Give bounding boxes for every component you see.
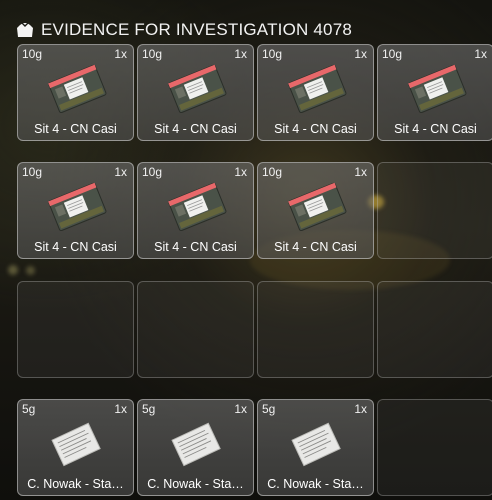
item-quantity: 1x (354, 47, 367, 61)
inventory-slot[interactable]: 5g 1x C. Nowak - Sta… (257, 399, 374, 496)
item-label: C. Nowak - Sta… (27, 477, 124, 491)
evidence-bag-icon (284, 63, 350, 114)
item-label: Sit 4 - CN Casi (274, 122, 357, 136)
evidence-bag-icon (44, 63, 110, 114)
item-label: Sit 4 - CN Casi (154, 240, 237, 254)
inventory-slot[interactable]: 10g 1x Sit 4 - CN Casi (257, 44, 374, 141)
item-label: Sit 4 - CN Casi (34, 122, 117, 136)
item-weight: 10g (22, 47, 43, 61)
item-quantity: 1x (234, 165, 247, 179)
item-label: Sit 4 - CN Casi (154, 122, 237, 136)
evidence-bag-icon (404, 63, 470, 114)
item-weight: 10g (262, 47, 283, 61)
inventory-slot-empty[interactable] (377, 281, 492, 378)
statement-paper-icon (284, 418, 350, 468)
item-label: Sit 4 - CN Casi (34, 240, 117, 254)
evidence-bag-icon (164, 181, 230, 232)
item-weight: 10g (142, 47, 163, 61)
item-weight: 10g (142, 165, 163, 179)
statement-paper-icon (164, 418, 230, 468)
inventory-slot-empty[interactable] (17, 281, 134, 378)
inventory-slot[interactable]: 10g 1x Sit 4 - CN Casi (17, 44, 134, 141)
item-label: C. Nowak - Sta… (267, 477, 364, 491)
item-quantity: 1x (234, 402, 247, 416)
inventory-slot[interactable]: 5g 1x C. Nowak - Sta… (17, 399, 134, 496)
evidence-bag-icon (284, 181, 350, 232)
item-quantity: 1x (114, 402, 127, 416)
inventory-slot[interactable]: 10g 1x Sit 4 - CN Casi (17, 162, 134, 259)
inventory-grid: 10g 1x Sit 4 - CN Casi 10g 1x Sit 4 - CN Ca… (0, 0, 492, 500)
item-weight: 10g (22, 165, 43, 179)
item-quantity: 1x (234, 47, 247, 61)
item-weight: 10g (262, 165, 283, 179)
item-quantity: 1x (114, 47, 127, 61)
inventory-slot-empty[interactable] (257, 281, 374, 378)
inventory-slot-empty[interactable] (137, 281, 254, 378)
inventory-slot[interactable]: 10g 1x Sit 4 - CN Casi (137, 44, 254, 141)
item-weight: 10g (382, 47, 403, 61)
inventory-slot[interactable]: 10g 1x Sit 4 - CN Casi (257, 162, 374, 259)
inventory-slot[interactable]: 10g 1x Sit 4 - CN Casi (377, 44, 492, 141)
evidence-bag-icon (44, 181, 110, 232)
item-quantity: 1x (354, 402, 367, 416)
inventory-slot[interactable]: 5g 1x C. Nowak - Sta… (137, 399, 254, 496)
item-label: C. Nowak - Sta… (147, 477, 244, 491)
item-label: Sit 4 - CN Casi (274, 240, 357, 254)
statement-paper-icon (44, 418, 110, 468)
inventory-slot-empty[interactable] (377, 399, 492, 496)
evidence-bag-icon (164, 63, 230, 114)
item-quantity: 1x (114, 165, 127, 179)
inventory-slot-empty[interactable] (377, 162, 492, 259)
item-label: Sit 4 - CN Casi (394, 122, 477, 136)
item-weight: 5g (262, 402, 276, 416)
item-weight: 5g (22, 402, 36, 416)
inventory-slot[interactable]: 10g 1x Sit 4 - CN Casi (137, 162, 254, 259)
item-quantity: 1x (354, 165, 367, 179)
item-quantity: 1x (474, 47, 487, 61)
item-weight: 5g (142, 402, 156, 416)
